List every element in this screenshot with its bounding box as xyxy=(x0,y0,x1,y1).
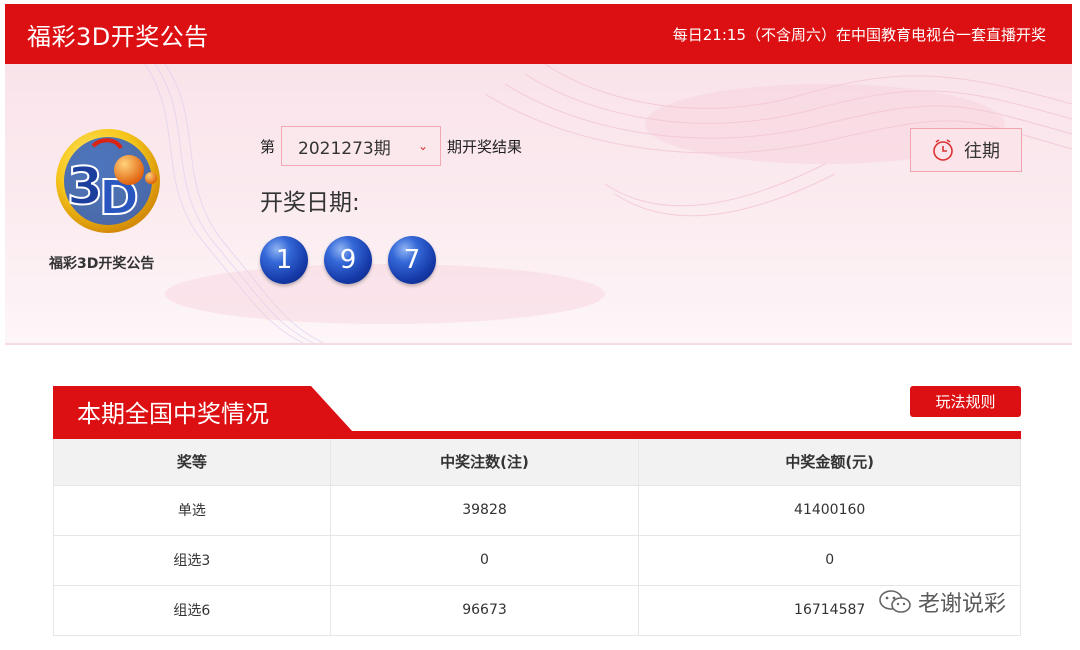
svg-text:3: 3 xyxy=(67,157,103,217)
prize-table: 奖等 中奖注数(注) 中奖金额(元) 单选 39828 41400160 组选3… xyxy=(53,439,1021,636)
fucai-3d-logo: 3 D xyxy=(56,129,160,233)
winning-number-ball: 1 xyxy=(260,236,308,284)
broadcast-schedule: 每日21:15（不含周六）在中国教育电视台一套直播开奖 xyxy=(672,25,1046,44)
wechat-icon xyxy=(879,590,911,613)
section-underline xyxy=(53,431,1021,439)
issue-suffix: 期开奖结果 xyxy=(447,137,523,156)
column-header-amount: 中奖金额(元) xyxy=(638,439,1021,485)
winner-count-cell: 96673 xyxy=(329,584,640,636)
table-row: 组选3 0 0 xyxy=(53,534,1021,585)
prize-level-cell: 组选6 xyxy=(53,584,331,636)
winner-count-cell: 39828 xyxy=(329,484,640,535)
background-wave-decoration xyxy=(144,64,1072,344)
history-button-label: 往期 xyxy=(964,141,1000,162)
section-title: 本期全国中奖情况 xyxy=(77,400,269,428)
winning-numbers: 1 9 7 xyxy=(260,236,436,284)
table-header-row: 奖等 中奖注数(注) 中奖金额(元) xyxy=(53,439,1021,485)
divider xyxy=(5,343,1072,345)
rules-button[interactable]: 玩法规则 xyxy=(910,386,1021,417)
draw-result-panel: 3 D 福彩3D开奖公告 第 2021273期 ⌄ 期开奖结果 开奖日期: 1 … xyxy=(5,64,1072,344)
prize-level-cell: 组选3 xyxy=(53,534,331,585)
history-button[interactable]: 往期 xyxy=(910,128,1022,172)
winning-number-ball: 9 xyxy=(324,236,372,284)
watermark-text: 老谢说彩 xyxy=(918,592,1007,617)
header-bar: 福彩3D开奖公告 每日21:15（不含周六）在中国教育电视台一套直播开奖 xyxy=(5,4,1072,64)
chevron-down-icon: ⌄ xyxy=(417,139,429,153)
prize-amount-cell: 0 xyxy=(638,534,1021,585)
draw-date-label: 开奖日期: xyxy=(260,190,360,216)
issue-select[interactable]: 2021273期 ⌄ xyxy=(281,126,442,166)
prize-level-cell: 单选 xyxy=(53,484,331,535)
logo-caption: 福彩3D开奖公告 xyxy=(49,256,155,272)
issue-select-value: 2021273期 xyxy=(298,138,391,159)
table-row: 单选 39828 41400160 xyxy=(53,484,1021,535)
table-row: 组选6 96673 16714587 xyxy=(53,584,1021,636)
issue-prefix: 第 xyxy=(260,137,276,156)
page-title: 福彩3D开奖公告 xyxy=(27,22,209,51)
issue-selector-row: 第 2021273期 ⌄ 期开奖结果 xyxy=(260,126,522,166)
winner-count-cell: 0 xyxy=(329,534,640,585)
clock-icon xyxy=(933,139,953,161)
winning-number-ball: 7 xyxy=(388,236,436,284)
column-header-count: 中奖注数(注) xyxy=(329,439,640,485)
watermark: 老谢说彩 xyxy=(878,586,1006,618)
column-header-level: 奖等 xyxy=(53,439,331,485)
prize-amount-cell: 41400160 xyxy=(638,484,1021,535)
